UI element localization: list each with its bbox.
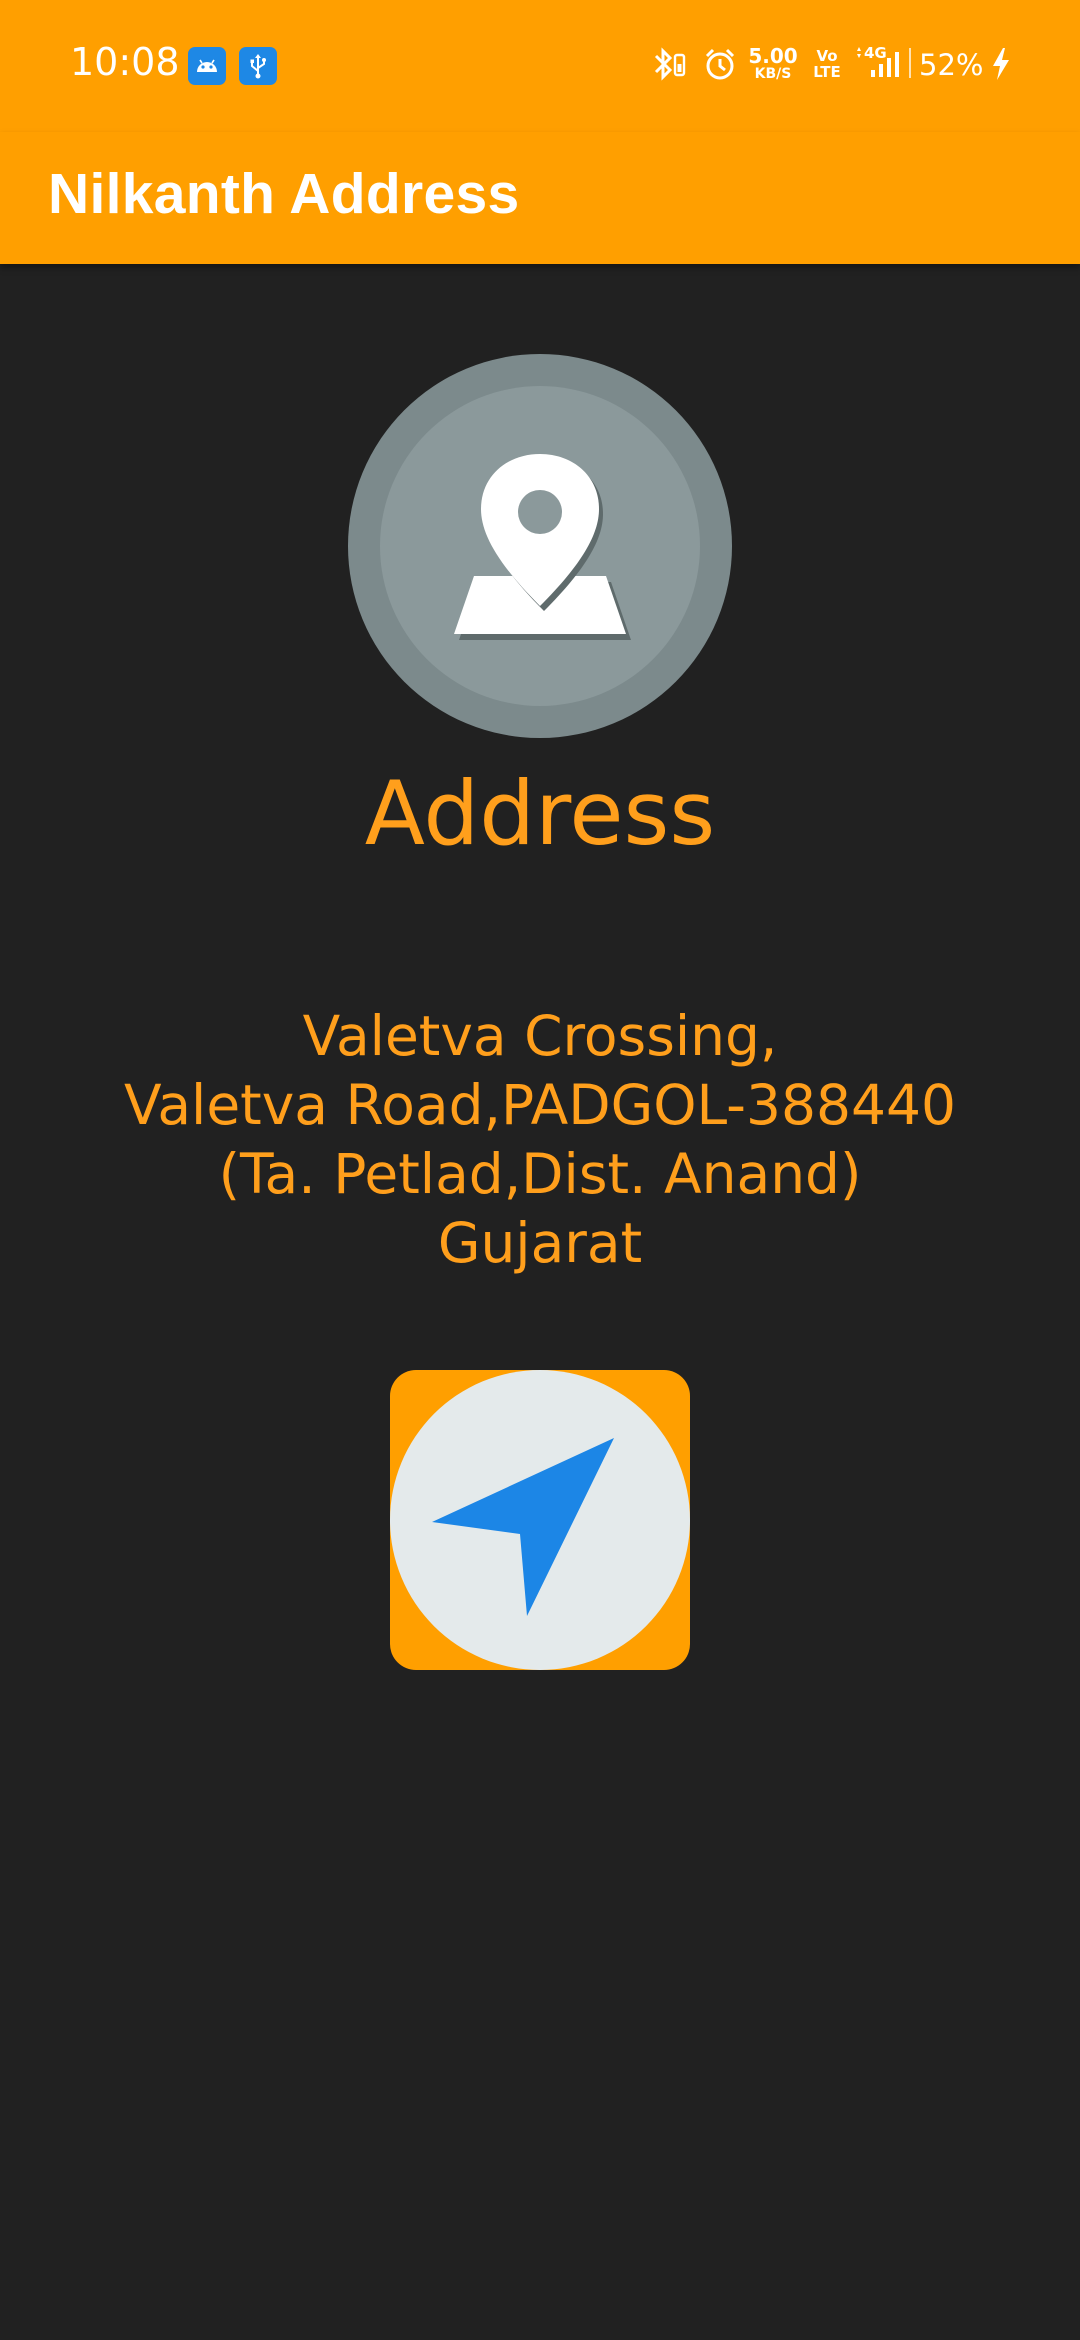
status-time: 10:08 bbox=[70, 40, 180, 84]
navigation-arrow-icon bbox=[432, 1438, 614, 1616]
alarm-icon bbox=[701, 44, 739, 89]
address-line: Valetva Crossing, bbox=[302, 1004, 778, 1068]
status-bar: 10:08 5.00 KB/S Vo LTE 4G 52% bbox=[0, 0, 1080, 132]
address-line: (Ta. Petlad,Dist. Anand) bbox=[218, 1142, 862, 1206]
android-icon bbox=[188, 47, 226, 85]
battery-percent: 52% bbox=[919, 48, 984, 82]
navigate-button[interactable] bbox=[390, 1370, 690, 1670]
status-icons: 5.00 KB/S Vo LTE 4G 52% bbox=[650, 44, 1014, 88]
volte-icon: Vo LTE bbox=[813, 47, 841, 81]
net-speed: 5.00 KB/S bbox=[748, 44, 798, 82]
address-text: Valetva Crossing, Valetva Road,PADGOL-38… bbox=[0, 1002, 1080, 1278]
status-divider bbox=[909, 48, 911, 78]
4g-signal-icon: 4G bbox=[853, 44, 903, 89]
bluetooth-icon bbox=[650, 44, 688, 89]
app-title: Nilkanth Address bbox=[48, 162, 520, 226]
app-bar: Nilkanth Address bbox=[0, 132, 1080, 264]
network-type-label: 4G bbox=[864, 44, 887, 62]
battery-charging-icon bbox=[988, 44, 1014, 89]
map-location-pin-icon bbox=[348, 354, 732, 738]
page-heading: Address bbox=[364, 762, 716, 865]
address-line: Valetva Road,PADGOL-388440 bbox=[124, 1073, 956, 1137]
usb-icon bbox=[239, 47, 277, 85]
address-line: Gujarat bbox=[437, 1211, 643, 1275]
